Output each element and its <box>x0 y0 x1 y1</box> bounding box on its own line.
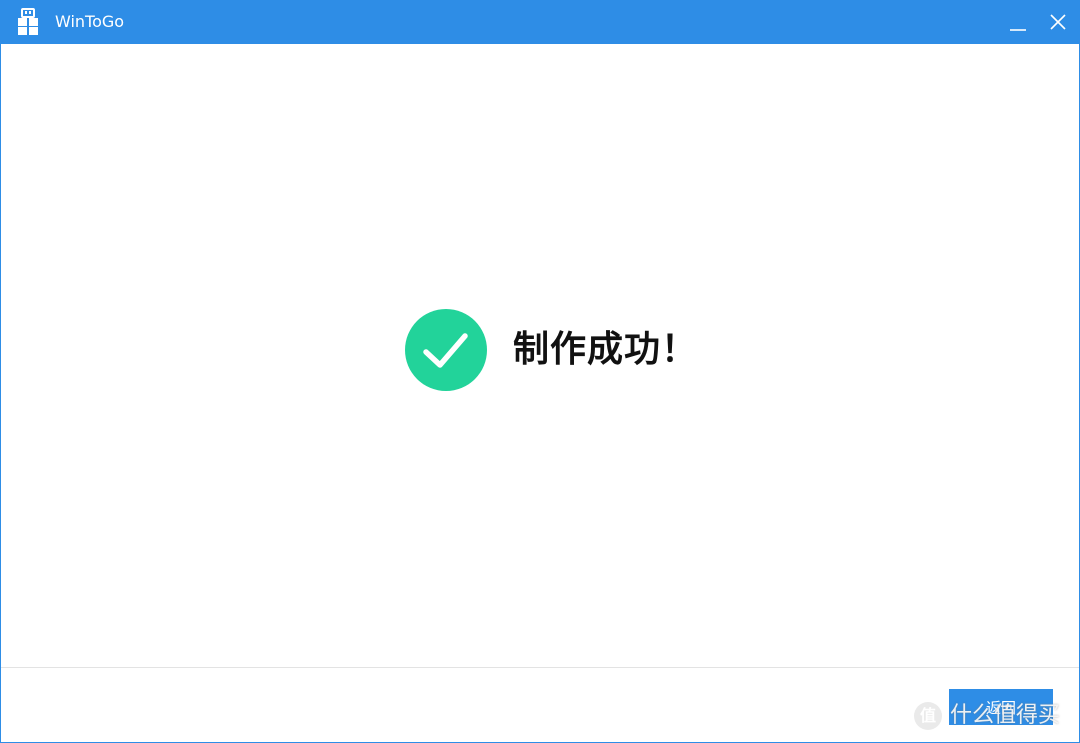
title-bar[interactable]: WinToGo <box>1 1 1079 44</box>
check-circle-icon <box>405 309 487 391</box>
minimize-button[interactable] <box>1002 7 1034 37</box>
footer-bar: 返回 <box>1 668 1079 742</box>
close-icon <box>1050 14 1066 30</box>
main-content: 制作成功！ <box>1 44 1079 667</box>
success-message: 制作成功！ <box>513 328 699 370</box>
close-button[interactable] <box>1042 7 1074 37</box>
window-title: WinToGo <box>55 12 125 31</box>
minimize-icon <box>1010 29 1026 31</box>
back-button[interactable]: 返回 <box>949 689 1053 725</box>
windows-usb-icon <box>17 8 39 36</box>
app-window: WinToGo 制作成功！ 返回 <box>0 0 1080 743</box>
